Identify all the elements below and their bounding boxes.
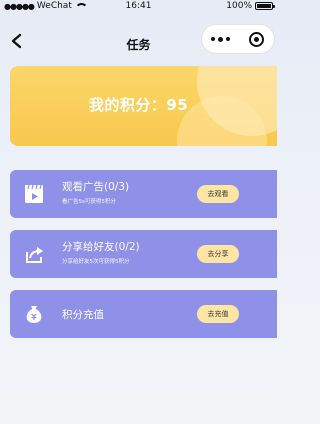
close-button[interactable] (238, 25, 274, 53)
share-icon (22, 242, 46, 266)
watch-ad-button[interactable]: 去观看 (197, 185, 239, 203)
more-button[interactable] (202, 25, 238, 53)
battery-icon (255, 2, 275, 10)
task-title: 积分充值 (62, 309, 104, 321)
task-title: 分享给好友(0/2) (62, 241, 140, 253)
battery-percent: 100% (226, 1, 252, 11)
task-subtitle: 看广告5s可获得5积分 (62, 199, 116, 205)
mini-program-capsule (201, 24, 275, 54)
share-button[interactable]: 去分享 (197, 245, 239, 263)
status-right: 100% (226, 1, 275, 11)
task-card-watch-ad: 观看广告(0/3) 看广告5s可获得5积分 去观看 (10, 170, 277, 218)
points-total: 我的积分：95 (88, 96, 189, 114)
more-dot-icon (210, 37, 215, 41)
money-bag-icon (22, 302, 46, 326)
task-card-recharge: 积分充值 去充值 (10, 290, 277, 338)
points-banner: 我的积分：95 (10, 66, 277, 146)
task-title: 观看广告(0/3) (62, 181, 130, 193)
task-card-share: 分享给好友(0/2) 分享给好友5次可获得5积分 去分享 (10, 230, 277, 278)
video-icon (22, 182, 46, 206)
more-dot-icon (217, 36, 223, 42)
recharge-button[interactable]: 去充值 (197, 305, 239, 323)
task-subtitle: 分享给好友5次可获得5积分 (62, 259, 130, 265)
target-icon (248, 31, 264, 47)
nav-bar: 任务 (0, 14, 277, 66)
status-bar: ●●●●● WeChat 16:41 100% (0, 0, 277, 14)
more-dot-icon (225, 37, 230, 41)
